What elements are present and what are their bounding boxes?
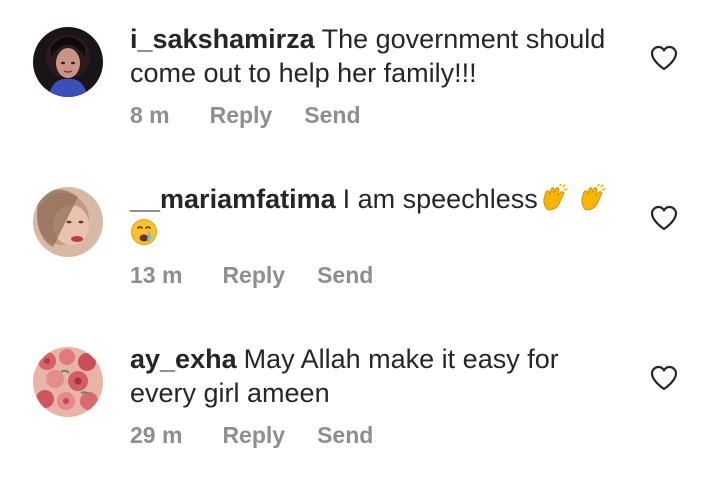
- comment-body: I am speechless: [342, 184, 538, 214]
- heart-outline-icon[interactable]: [650, 205, 678, 231]
- avatar[interactable]: [33, 347, 103, 417]
- comment-text: i_sakshamirza The government should come …: [130, 22, 630, 90]
- send-button[interactable]: Send: [317, 420, 373, 450]
- comment-username[interactable]: i_sakshamirza: [130, 24, 315, 54]
- comment-username[interactable]: __mariamfatima: [130, 184, 336, 214]
- send-button[interactable]: Send: [317, 260, 373, 290]
- comment-meta: 29 m Reply Send: [130, 420, 373, 450]
- reply-button[interactable]: Reply: [210, 100, 273, 130]
- profile-photo-icon: [33, 347, 103, 417]
- comment-time: 13 m: [130, 262, 183, 288]
- avatar[interactable]: [33, 187, 103, 257]
- comment-item: ay_exha May Allah make it easy for every …: [0, 320, 720, 480]
- crying-face-emoji: [130, 218, 158, 246]
- comment-time: 8 m: [130, 102, 170, 128]
- clapping-hands-emoji: [578, 184, 606, 212]
- comment-item: __mariamfatima I am speechless 13 m Reply S…: [0, 160, 720, 320]
- comment-text: __mariamfatima I am speechless: [130, 182, 630, 250]
- clapping-hands-emoji: [540, 184, 568, 212]
- comment-text: ay_exha May Allah make it easy for every …: [130, 342, 630, 410]
- reply-button[interactable]: Reply: [222, 260, 285, 290]
- heart-outline-icon[interactable]: [650, 45, 678, 71]
- avatar[interactable]: [33, 27, 103, 97]
- comment-item: i_sakshamirza The government should come …: [0, 0, 720, 160]
- reply-button[interactable]: Reply: [222, 420, 285, 450]
- comment-username[interactable]: ay_exha: [130, 344, 237, 374]
- profile-photo-icon: [33, 27, 103, 97]
- comment-meta: 8 m Reply Send: [130, 100, 361, 130]
- profile-photo-icon: [33, 187, 103, 257]
- heart-outline-icon[interactable]: [650, 365, 678, 391]
- send-button[interactable]: Send: [304, 100, 360, 130]
- comment-meta: 13 m Reply Send: [130, 260, 373, 290]
- comment-time: 29 m: [130, 422, 183, 448]
